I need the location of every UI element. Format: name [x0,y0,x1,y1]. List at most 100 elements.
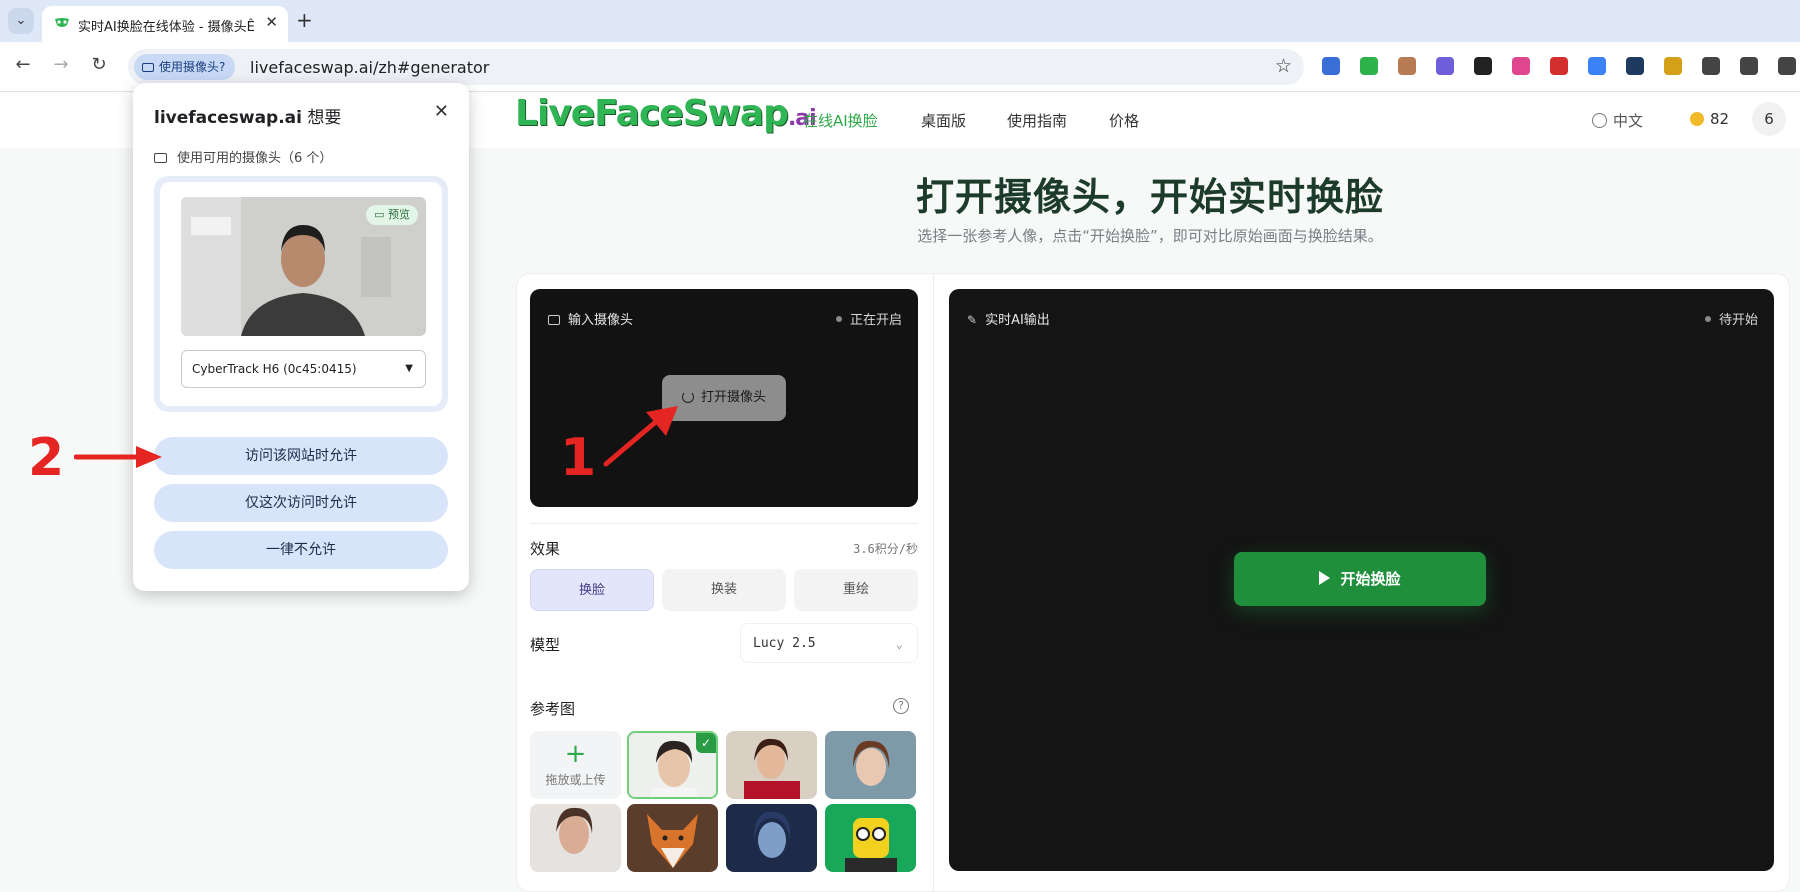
effect-repaint-button[interactable]: 重绘 [794,569,918,611]
upload-label: 拖放或上传 [545,773,606,787]
magic-wand-icon: ✎ [967,313,978,327]
active-tab[interactable]: 实时AI换脸在线体验 - 摄像头Ê ✕ [42,6,288,42]
extension-icon[interactable] [1702,57,1720,75]
annotation-step-1: 1 [560,428,597,488]
open-camera-button[interactable]: 打开摄像头 [662,375,786,421]
extension-icon[interactable] [1664,57,1682,75]
input-camera-label: 输入摄像头 [548,309,633,328]
input-status-text: 正在开启 [849,313,902,328]
allow-this-time-button[interactable]: 仅这次访问时允许 [154,484,448,522]
output-status-text: 待开始 [1718,313,1758,328]
extension-icon[interactable] [1398,57,1416,75]
device-name: CyberTrack H6 (0c45:0415) [192,362,357,376]
avatar[interactable]: 6 [1752,102,1786,136]
plus-icon: + [564,739,587,769]
upload-reference-tile[interactable]: + 拖放或上传 [530,731,621,799]
star-icon[interactable]: ☆ [1275,55,1292,77]
logo-main: LiveFaceSwap [515,93,789,134]
reference-thumb-cartoon[interactable] [825,804,916,872]
output-box: ✎ 实时AI输出 待开始 开始换脸 [949,289,1774,871]
camera-device-select[interactable]: CyberTrack H6 (0c45:0415) ▼ [181,350,426,388]
start-faceswap-button[interactable]: 开始换脸 [1234,552,1486,606]
camera-preview-image: ▭ 预览 [181,197,426,336]
extension-icon[interactable] [1778,57,1796,75]
extension-icon[interactable] [1550,57,1568,75]
popup-wants: 想要 [307,108,342,128]
nav-pricing[interactable]: 价格 [1109,110,1139,131]
selected-check-icon: ✓ [696,733,716,753]
effect-label: 效果 [530,540,561,558]
credits-value: 82 [1710,110,1730,128]
address-bar[interactable]: 使用摄像头? livefaceswap.ai/zh#generator ☆ [128,49,1304,85]
nav-desktop[interactable]: 桌面版 [921,110,966,131]
extension-icon[interactable] [1474,57,1492,75]
reference-thumb-woman-1[interactable]: ✓ [627,731,718,799]
popup-camera-line: 使用可用的摄像头（6 个） [154,147,332,166]
help-icon[interactable]: ? [893,698,909,714]
site-logo[interactable]: LiveFaceSwap.ai [515,93,817,134]
reference-thumb-woman-3[interactable] [825,731,916,799]
extension-icon[interactable] [1322,57,1340,75]
extension-icon[interactable] [1512,57,1530,75]
allow-on-visit-button[interactable]: 访问该网站时允许 [154,437,448,475]
browser-tab-strip: ⌄ 实时AI换脸在线体验 - 摄像头Ê ✕ + [0,0,1800,42]
camera-preview-card: ▭ 预览 CyberTrack H6 (0c45:0415) ▼ [154,176,448,412]
credit-rate: 3.6积分/秒 [853,542,918,556]
camera-icon [142,63,154,72]
popup-site: livefaceswap.ai [154,108,302,128]
reference-thumb-fox[interactable] [627,804,718,872]
new-tab-button[interactable]: + [296,8,313,32]
extension-icon[interactable] [1360,57,1378,75]
camera-permission-popup: livefaceswap.ai 想要 ✕ 使用可用的摄像头（6 个） ▭ 预览 … [133,83,469,591]
panel-divider [933,273,934,892]
extension-icon[interactable] [1588,57,1606,75]
nav-online-faceswap[interactable]: 在线AI换脸 [803,110,878,131]
language-switcher[interactable]: 中文 [1592,110,1643,131]
annotation-arrow-1 [603,406,678,467]
preview-badge-text: 预览 [388,208,410,221]
effect-faceswap-button[interactable]: 换脸 [530,569,654,611]
globe-icon [1592,113,1607,128]
credits-balance[interactable]: 82 [1690,110,1729,128]
extension-icon[interactable] [1626,57,1644,75]
model-value: Lucy 2.5 [753,636,816,651]
model-label: 模型 [530,636,561,654]
play-icon [1319,571,1331,585]
coin-icon [1690,112,1704,126]
annotation-arrow-2 [74,446,162,468]
never-allow-button[interactable]: 一律不允许 [154,531,448,569]
popup-title: livefaceswap.ai 想要 [154,103,341,128]
extension-icon[interactable] [1740,57,1758,75]
reference-thumb-woman-2[interactable] [726,731,817,799]
model-select[interactable]: Lucy 2.5 ⌄ [740,623,918,663]
open-camera-label: 打开摄像头 [700,390,766,405]
dropdown-caret-icon: ▼ [405,363,413,374]
extension-icon[interactable] [1436,57,1454,75]
video-camera-icon [154,153,167,163]
input-label-text: 输入摄像头 [568,313,634,328]
reference-thumb-fantasy[interactable] [726,804,817,872]
nav-guide[interactable]: 使用指南 [1007,110,1067,131]
camera-permission-chip[interactable]: 使用摄像头? [134,54,236,80]
tab-title: 实时AI换脸在线体验 - 摄像头Ê [78,20,255,35]
camera-chip-label: 使用摄像头? [159,60,226,74]
input-status: 正在开启 [835,309,902,328]
camera-count-text: 使用可用的摄像头（6 个） [177,151,333,166]
output-label: ✎ 实时AI输出 [967,309,1050,328]
close-icon[interactable]: ✕ [434,101,449,122]
start-button-label: 开始换脸 [1340,570,1401,588]
camera-icon [548,315,560,325]
effect-outfit-button[interactable]: 换装 [662,569,786,611]
output-label-text: 实时AI输出 [985,313,1050,328]
status-dot [1704,316,1711,322]
back-arrow-icon[interactable]: ← [10,54,36,75]
reload-icon[interactable]: ↻ [86,54,112,75]
chevron-down-icon: ⌄ [895,637,903,651]
tab-search-button[interactable]: ⌄ [8,8,34,34]
forward-arrow-icon[interactable]: → [48,54,74,75]
loading-spinner-icon [681,391,694,403]
tab-close-icon[interactable]: ✕ [265,13,278,31]
reference-thumb-woman-4[interactable] [530,804,621,872]
url-text[interactable]: livefaceswap.ai/zh#generator [250,58,489,77]
site-favicon-icon [55,18,69,27]
